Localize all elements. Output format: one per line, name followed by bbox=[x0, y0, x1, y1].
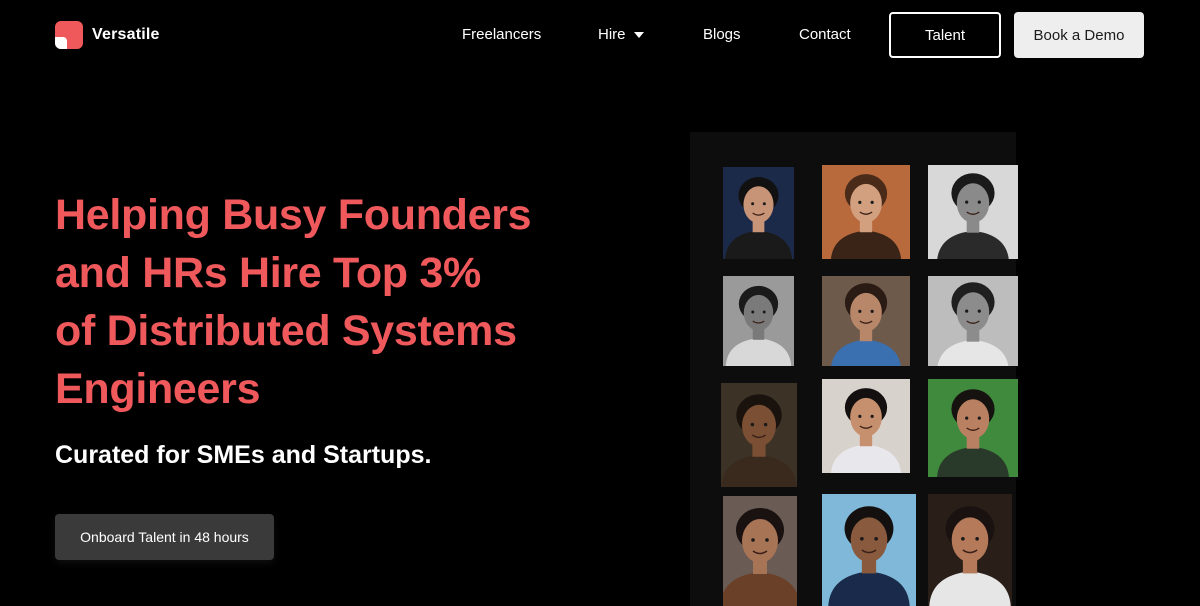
portrait-face bbox=[850, 183, 882, 223]
portrait-face bbox=[850, 292, 882, 332]
portrait-eye bbox=[961, 536, 965, 541]
portrait-eye bbox=[965, 416, 969, 420]
portrait-image bbox=[822, 276, 910, 366]
portrait-eye bbox=[763, 422, 768, 427]
hero-title-line-1: Helping Busy Founders bbox=[55, 191, 532, 239]
portrait-face bbox=[951, 517, 989, 563]
versatile-logo-icon bbox=[55, 21, 83, 49]
portrait-eye bbox=[977, 200, 981, 204]
nav-link-freelancers[interactable]: Freelancers bbox=[462, 26, 541, 43]
portrait-eye bbox=[870, 414, 874, 418]
talent-photo bbox=[822, 165, 910, 259]
portrait-image bbox=[822, 379, 910, 473]
portrait-eye bbox=[858, 414, 862, 418]
portrait-eye bbox=[765, 538, 769, 542]
portrait-eye bbox=[750, 422, 755, 427]
talent-photo bbox=[721, 383, 797, 487]
portrait-image bbox=[723, 276, 794, 366]
portrait-image bbox=[723, 496, 797, 606]
nav-hire-label: Hire bbox=[598, 26, 626, 43]
portrait-face bbox=[850, 397, 882, 437]
portrait-eye bbox=[977, 309, 981, 313]
nav-link-contact[interactable]: Contact bbox=[799, 26, 851, 43]
talent-photo bbox=[928, 276, 1018, 366]
talent-photo bbox=[928, 379, 1018, 477]
talent-photo bbox=[723, 496, 797, 606]
hero-title: Helping Busy Founders and HRs Hire Top 3… bbox=[55, 186, 555, 418]
portrait-image bbox=[822, 165, 910, 259]
hero-subtitle: Curated for SMEs and Startups. bbox=[55, 441, 432, 469]
talent-photo bbox=[928, 494, 1012, 606]
portrait-eye bbox=[762, 310, 766, 314]
portrait-image bbox=[721, 383, 797, 487]
portrait-eye bbox=[751, 202, 755, 206]
brand-home-link[interactable]: Versatile bbox=[55, 21, 160, 49]
brand-name: Versatile bbox=[92, 26, 160, 43]
portrait-face bbox=[956, 292, 990, 332]
hero-title-line-4: Engineers bbox=[55, 365, 261, 413]
portrait-image bbox=[928, 276, 1018, 366]
portrait-eye bbox=[751, 538, 755, 542]
portrait-image bbox=[928, 165, 1018, 259]
talent-photo bbox=[822, 379, 910, 473]
portrait-eye bbox=[965, 309, 969, 313]
talent-button[interactable]: Talent bbox=[889, 12, 1001, 58]
portrait-eye bbox=[858, 309, 862, 313]
portrait-image bbox=[928, 379, 1018, 477]
talent-photo-grid bbox=[690, 132, 1018, 606]
portrait-eye bbox=[858, 200, 862, 204]
portrait-face bbox=[850, 517, 888, 563]
portrait-face bbox=[741, 404, 777, 447]
portrait-eye bbox=[870, 200, 874, 204]
portrait-image bbox=[822, 494, 916, 606]
portrait-eye bbox=[874, 536, 878, 541]
hero-title-line-2: and HRs Hire Top 3% bbox=[55, 249, 481, 297]
talent-photo bbox=[723, 167, 794, 259]
portrait-eye bbox=[870, 309, 874, 313]
talent-photo bbox=[822, 494, 916, 606]
portrait-face bbox=[956, 399, 990, 439]
nav-dropdown-hire[interactable]: Hire bbox=[598, 26, 644, 43]
talent-photo bbox=[928, 165, 1018, 259]
portrait-image bbox=[723, 167, 794, 259]
portrait-face bbox=[743, 186, 774, 224]
talent-photo bbox=[822, 276, 910, 366]
book-demo-button[interactable]: Book a Demo bbox=[1014, 12, 1144, 58]
top-navbar: Versatile Freelancers Hire Blogs Contact… bbox=[0, 0, 1200, 72]
portrait-image bbox=[928, 494, 1012, 606]
talent-photo bbox=[723, 276, 794, 366]
portrait-eye bbox=[977, 416, 981, 420]
portrait-eye bbox=[762, 202, 766, 206]
portrait-face bbox=[742, 519, 778, 563]
portrait-face bbox=[743, 294, 774, 331]
portrait-eye bbox=[751, 310, 755, 314]
portrait-eye bbox=[975, 536, 979, 541]
caret-down-icon bbox=[633, 31, 644, 38]
portrait-face bbox=[956, 183, 990, 223]
portrait-eye bbox=[965, 200, 969, 204]
nav-link-blogs[interactable]: Blogs bbox=[703, 26, 741, 43]
hero-title-line-3: of Distributed Systems bbox=[55, 307, 517, 355]
portrait-eye bbox=[860, 536, 864, 541]
onboard-talent-button[interactable]: Onboard Talent in 48 hours bbox=[55, 514, 274, 560]
